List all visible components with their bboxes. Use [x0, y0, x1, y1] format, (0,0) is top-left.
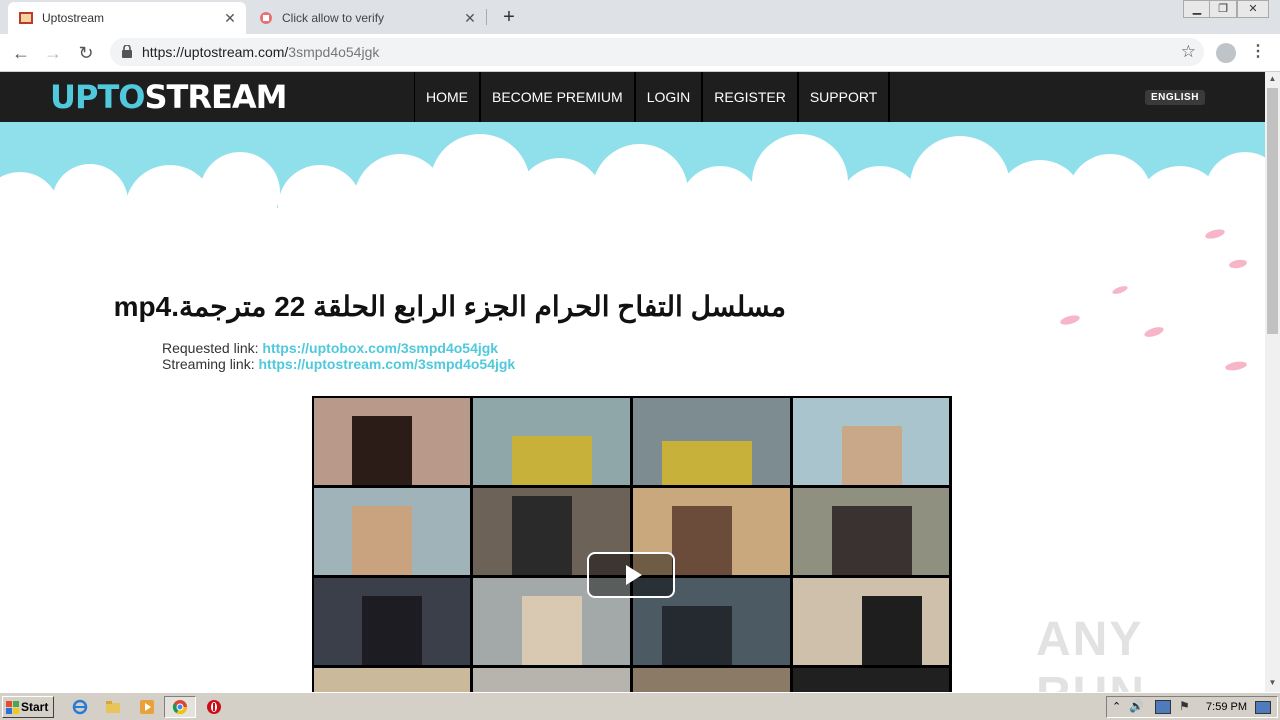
uptostream-favicon-icon [18, 10, 34, 26]
streaming-link[interactable]: https://uptostream.com/3smpd4o54jgk [258, 356, 515, 372]
url-host: https://uptostream.com/ [142, 44, 289, 60]
clock[interactable]: 7:59 PM [1206, 701, 1247, 713]
tab-separator [486, 9, 487, 25]
scroll-down-icon[interactable]: ▼ [1265, 676, 1280, 690]
new-tab-icon[interactable]: + [498, 6, 520, 28]
logo-part-2: STREAM [144, 78, 287, 116]
chrome-taskbar-button[interactable] [164, 696, 196, 718]
windows-taskbar: Start ⌃ 🔊 ⚑ 7:59 PM [0, 692, 1280, 720]
opera-icon[interactable] [206, 699, 222, 715]
volume-icon[interactable]: 🔊 [1129, 699, 1144, 713]
address-bar[interactable]: https://uptostream.com/3smpd4o54jgk ☆ [110, 38, 1204, 66]
forward-icon[interactable]: → [42, 42, 64, 64]
media-player-icon[interactable] [139, 699, 155, 715]
requested-link[interactable]: https://uptobox.com/3smpd4o54jgk [262, 340, 498, 356]
requested-link-row: Requested link: https://uptobox.com/3smp… [162, 340, 498, 356]
lock-icon [122, 44, 132, 63]
nav-become-premium[interactable]: BECOME PREMIUM [481, 72, 636, 122]
browser-menu-icon[interactable]: ⋮ [1250, 42, 1266, 62]
main-nav: HOME BECOME PREMIUM LOGIN REGISTER SUPPO… [414, 72, 891, 122]
tab-click-allow[interactable]: Click allow to verify ✕ [248, 2, 486, 34]
internet-explorer-icon[interactable] [72, 699, 88, 715]
play-button[interactable] [587, 552, 675, 598]
browser-toolbar: ← → ↻ https://uptostream.com/3smpd4o54jg… [0, 34, 1280, 72]
tab-title: Uptostream [42, 11, 105, 25]
video-title: مسلسل التفاح الحرام الجزء الرابع الحلقة … [113, 291, 786, 322]
browser-tab-bar: Uptostream ✕ Click allow to verify ✕ + ▁… [0, 0, 1280, 34]
tab-uptostream[interactable]: Uptostream ✕ [8, 2, 246, 34]
nav-support[interactable]: SUPPORT [799, 72, 891, 122]
scrollbar-thumb[interactable] [1267, 88, 1278, 334]
petals-decoration [1060, 229, 1247, 371]
minimize-icon[interactable]: ▁ [1183, 0, 1211, 18]
scroll-up-icon[interactable]: ▲ [1265, 72, 1280, 86]
network-icon[interactable] [1155, 700, 1171, 714]
action-center-flag-icon[interactable]: ⚑ [1179, 699, 1190, 713]
windows-flag-icon [6, 700, 19, 714]
start-label: Start [21, 700, 49, 714]
close-window-icon[interactable]: ✕ [1237, 0, 1269, 18]
puzzle-favicon-icon [258, 10, 274, 26]
bookmark-star-icon[interactable]: ☆ [1181, 42, 1196, 62]
page-viewport: UPTOSTREAM HOME BECOME PREMIUM LOGIN REG… [0, 72, 1265, 692]
vertical-scrollbar[interactable]: ▲ ▼ [1265, 72, 1280, 692]
show-desktop-icon[interactable] [1255, 701, 1271, 714]
nav-register[interactable]: REGISTER [703, 72, 799, 122]
language-selector[interactable]: ENGLISH [1145, 90, 1205, 105]
close-tab-icon[interactable]: ✕ [462, 10, 478, 26]
streaming-link-label: Streaming link: [162, 356, 255, 372]
close-tab-icon[interactable]: ✕ [222, 10, 238, 26]
tray-expand-icon[interactable]: ⌃ [1112, 700, 1121, 713]
requested-link-label: Requested link: [162, 340, 259, 356]
streaming-link-row: Streaming link: https://uptostream.com/3… [162, 356, 515, 372]
profile-avatar-icon[interactable] [1216, 43, 1236, 63]
file-explorer-icon[interactable] [105, 699, 121, 715]
url-path: 3smpd4o54jgk [288, 44, 380, 60]
play-icon [626, 565, 642, 585]
url-text: https://uptostream.com/3smpd4o54jgk [142, 44, 379, 60]
chrome-icon [172, 700, 187, 714]
nav-login[interactable]: LOGIN [636, 72, 704, 122]
anyrun-watermark: ANY RUN [1036, 613, 1144, 692]
video-player[interactable] [312, 396, 952, 692]
site-logo[interactable]: UPTOSTREAM [50, 78, 287, 116]
tab-title: Click allow to verify [282, 11, 385, 25]
nav-home[interactable]: HOME [415, 72, 481, 122]
video-thumbnail-grid [314, 398, 949, 692]
reload-icon[interactable]: ↻ [75, 42, 97, 64]
back-icon[interactable]: ← [10, 42, 32, 64]
logo-part-1: UPTO [50, 78, 145, 116]
cloud-banner [0, 122, 1265, 212]
restore-icon[interactable]: ❐ [1209, 0, 1237, 18]
system-tray: ⌃ 🔊 ⚑ 7:59 PM [1106, 696, 1278, 718]
site-header: UPTOSTREAM HOME BECOME PREMIUM LOGIN REG… [0, 72, 1265, 122]
start-button[interactable]: Start [2, 696, 54, 718]
